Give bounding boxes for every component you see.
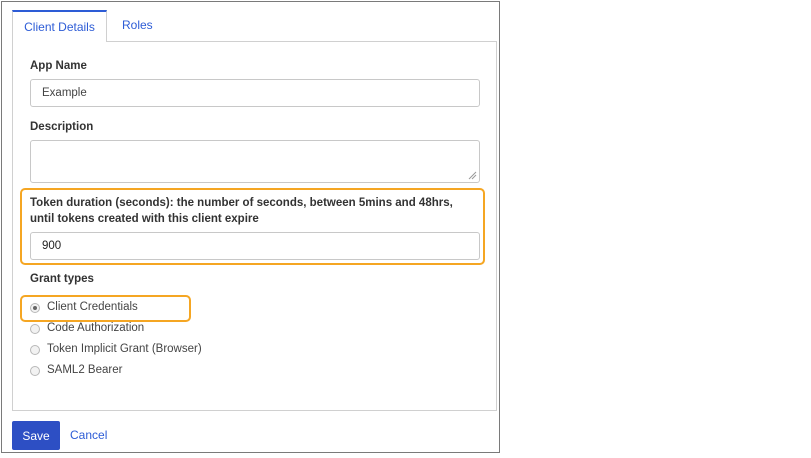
app-name-label: App Name: [30, 60, 87, 72]
grant-option-label: Client Credentials: [47, 301, 138, 313]
grant-option-label: Token Implicit Grant (Browser): [47, 343, 202, 355]
grant-option-label: Code Authorization: [47, 322, 145, 334]
tab-roles[interactable]: Roles: [122, 10, 153, 41]
grant-option-label: SAML2 Bearer: [47, 364, 123, 376]
tab-client-details[interactable]: Client Details: [12, 10, 107, 42]
radio-icon[interactable]: [30, 345, 40, 355]
radio-icon[interactable]: [30, 366, 40, 376]
cancel-link[interactable]: Cancel: [70, 428, 107, 442]
radio-checked-icon[interactable]: [30, 303, 40, 313]
tab-content: App Name Description Token duration (sec…: [12, 41, 497, 411]
grant-types-label: Grant types: [30, 273, 94, 285]
client-details-panel: Client Details Roles App Name Descriptio…: [1, 1, 500, 453]
app-name-input[interactable]: [30, 79, 480, 107]
save-button[interactable]: Save: [12, 421, 60, 450]
token-duration-label: Token duration (seconds): the number of …: [30, 197, 453, 225]
token-duration-input[interactable]: [30, 232, 480, 260]
description-label: Description: [30, 121, 94, 133]
description-textarea[interactable]: [30, 140, 480, 183]
radio-icon[interactable]: [30, 324, 40, 334]
resize-handle-icon[interactable]: [468, 171, 477, 180]
